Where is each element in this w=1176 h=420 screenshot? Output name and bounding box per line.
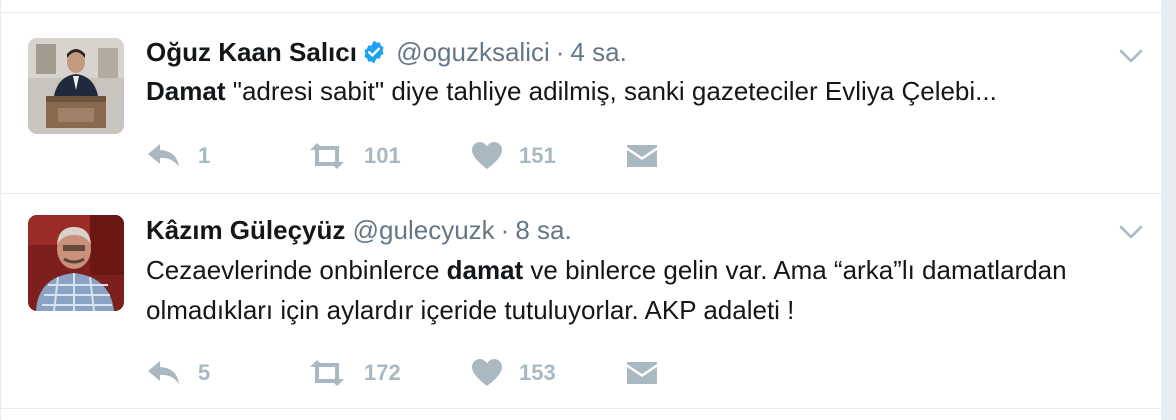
tweet[interactable]: Oğuz Kaan Salıcı @oguzksalici · 4 sa. Dama…: [1, 13, 1161, 194]
retweet-button[interactable]: 172: [306, 356, 401, 390]
timeline: Oğuz Kaan Salıcı @oguzksalici · 4 sa. Dama…: [0, 0, 1162, 420]
reply-icon: [146, 142, 182, 170]
tweet-text: Damat "adresi sabit" diye tahliye adilmi…: [146, 71, 1146, 111]
retweet-icon: [306, 142, 348, 170]
user-handle[interactable]: @gulecyuzk: [353, 215, 495, 245]
reply-count: 1: [198, 143, 211, 168]
tweet-text: Cezaevlerinde onbinlerce damat ve binler…: [146, 250, 1146, 330]
reply-count: 5: [198, 360, 211, 385]
tweet-header: Oğuz Kaan Salıcı @oguzksalici · 4 sa.: [146, 36, 627, 72]
timestamp[interactable]: 8 sa.: [515, 215, 571, 245]
like-count: 153: [519, 360, 556, 385]
avatar[interactable]: [28, 38, 124, 134]
envelope-icon: [626, 359, 658, 387]
reply-button[interactable]: 5: [146, 356, 210, 390]
tweet[interactable]: Kâzım Güleçyüz @gulecyuzk · 8 sa. Cezaevle…: [1, 194, 1161, 409]
display-name[interactable]: Oğuz Kaan Salıcı: [146, 37, 357, 67]
direct-message-button[interactable]: [626, 356, 658, 390]
reply-icon: [146, 359, 182, 387]
like-button[interactable]: 153: [471, 356, 556, 390]
direct-message-button[interactable]: [626, 139, 658, 173]
retweet-count: 101: [364, 143, 401, 168]
heart-icon: [471, 142, 503, 170]
tweet-header: Kâzım Güleçyüz @gulecyuzk · 8 sa.: [146, 214, 572, 246]
separator-dot: ·: [555, 37, 565, 67]
tweet-text-part: Cezaevlerinde onbinlerce: [146, 255, 447, 285]
chevron-down-icon[interactable]: [1119, 48, 1143, 64]
previous-tweet-edge: [1, 0, 1161, 13]
separator-dot: ·: [500, 215, 510, 245]
like-count: 151: [519, 143, 556, 168]
reply-button[interactable]: 1: [146, 139, 210, 173]
timestamp[interactable]: 4 sa.: [570, 37, 626, 67]
chevron-down-icon[interactable]: [1119, 224, 1143, 240]
retweet-icon: [306, 359, 348, 387]
like-button[interactable]: 151: [471, 139, 556, 173]
verified-badge-icon: [361, 39, 387, 72]
display-name[interactable]: Kâzım Güleçyüz: [146, 215, 345, 245]
user-handle[interactable]: @oguzksalici: [396, 37, 550, 67]
heart-icon: [471, 359, 503, 387]
envelope-icon: [626, 142, 658, 170]
retweet-button[interactable]: 101: [306, 139, 401, 173]
tweet-text-bold: Damat: [146, 76, 226, 106]
tweet-text-bold: damat: [446, 255, 524, 285]
tweet-text-part: "adresi sabit" diye tahliye adilmiş, san…: [225, 76, 997, 106]
retweet-count: 172: [364, 360, 401, 385]
avatar[interactable]: [28, 215, 124, 311]
